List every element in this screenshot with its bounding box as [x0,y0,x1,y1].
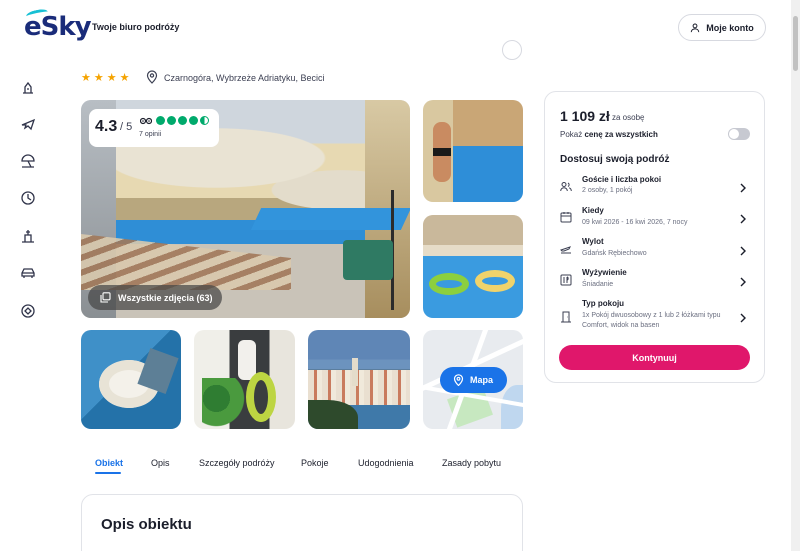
tripadvisor-dots [156,116,209,125]
tab-pokoje[interactable]: Pokoje [301,458,329,468]
chevron-right-icon[interactable] [739,180,747,193]
chevron-right-icon[interactable] [739,274,747,287]
option-departure-title[interactable]: Wylot [582,237,604,246]
departure-icon [560,242,572,254]
calendar-icon [560,210,572,223]
option-guests-title[interactable]: Goście i liczba pokoi [582,175,661,184]
rating-score: 4.3 [95,118,118,135]
active-tab-indicator [95,472,121,474]
price: 1 109 zł [560,108,610,124]
esky-logo[interactable]: eSky [24,7,92,42]
photo-coastal-town[interactable] [308,330,410,429]
my-account-label: Moje konto [706,22,754,33]
all-photos-button[interactable]: Wszystkie zdjęcia (63) [88,285,222,310]
map-pin-icon [453,374,464,386]
option-dates-title[interactable]: Kiedy [582,206,604,215]
photo-plant [202,378,250,429]
tab-opis[interactable]: Opis [151,458,170,468]
guests-icon [560,180,572,192]
tab-udogodnienia[interactable]: Udogodnienia [358,458,414,468]
photo-pool [250,208,410,230]
gallery-icon [100,292,111,303]
option-room-type-title[interactable]: Typ pokoju [582,299,624,308]
tripadvisor-icon [140,117,152,125]
option-meal-value: Śniadanie [582,281,614,288]
rating-max: / 5 [120,121,133,133]
tab-szczegoly-podrozy[interactable]: Szczegóły podróży [199,458,275,468]
scroll-up-button[interactable] [502,40,522,60]
scrollbar-thumb[interactable] [793,16,798,71]
price-for-all-toggle[interactable] [728,128,750,140]
location-pin-icon [146,70,158,84]
top-header: eSky Twoje biuro podróży Moje konto [0,0,800,55]
hotel-icon[interactable] [20,79,36,95]
photo-chair [343,240,393,280]
chevron-right-icon[interactable] [739,211,747,224]
continue-button[interactable]: Kontynuuj [559,345,750,370]
photo-swimsuit [433,148,451,156]
hotel-location: Czarnogóra, Wybrzeże Adriatyku, Becici [164,73,325,83]
chevron-right-icon[interactable] [739,310,747,323]
map-sea [501,385,523,429]
hotel-stars: ★★★★ [81,72,133,84]
price-toggle-prefix: Pokaż [560,130,583,139]
photo-float-ring [246,372,276,422]
photo-tower [352,358,358,386]
rating-dot [167,116,176,125]
city-break-icon[interactable] [20,228,36,244]
photo-hat-book[interactable] [81,330,181,429]
tab-zasady-pobytu[interactable]: Zasady pobytu [442,458,501,468]
option-meal-title[interactable]: Wyżywienie [582,268,627,277]
car-icon[interactable] [20,265,36,281]
all-photos-label: Wszystkie zdjęcia (63) [118,292,213,303]
rating-dot [156,116,165,125]
map-button[interactable]: Mapa [440,367,507,393]
photo-pool-woman[interactable] [423,100,523,202]
photo-float-yellow [475,270,515,292]
ski-icon[interactable] [20,303,36,319]
map-button-label: Mapa [470,375,494,385]
rating-card[interactable]: 4.3 / 5 7 opinii [89,109,219,147]
option-room-type-value: 1x Pokój dwuosobowy z 1 lub 2 łóżkami ty… [582,312,721,329]
page-scrollbar[interactable] [791,0,800,551]
beach-umbrella-icon[interactable] [20,153,36,169]
chevron-right-icon[interactable] [739,243,747,256]
option-departure-value: Gdańsk Rębiechowo [582,250,647,257]
photo-girl-float[interactable] [194,330,295,429]
rating-dot [189,116,198,125]
price-toggle-label: Pokaż cenę za wszystkich [560,130,658,139]
rating-dot [178,116,187,125]
toggle-knob [729,129,739,139]
option-dates-value: 09 kwi 2026 - 16 kwi 2026, 7 nocy [582,219,688,226]
tagline: Twoje biuro podróży [92,22,180,32]
my-account-button[interactable]: Moje konto [678,14,766,41]
reviews-count: 7 opinii [139,131,162,138]
photo-wall [423,215,523,245]
meal-icon [560,273,572,286]
price-unit: za osobę [612,113,645,122]
rating-dot-half [200,116,209,125]
user-icon [691,23,700,32]
flight-icon[interactable] [20,116,36,132]
option-guests-value: 2 osoby, 1 pokój [582,187,633,194]
tab-obiekt[interactable]: Obiekt [95,458,123,468]
last-minute-icon[interactable] [20,190,36,206]
description-title: Opis obiektu [101,516,192,533]
customize-trip-title: Dostosuj swoją podróż [560,154,670,165]
door-icon [560,310,572,323]
photo-pool-floaties[interactable] [423,215,523,318]
photo-float-green [429,273,469,295]
price-toggle-bold: cenę za wszystkich [584,130,658,139]
